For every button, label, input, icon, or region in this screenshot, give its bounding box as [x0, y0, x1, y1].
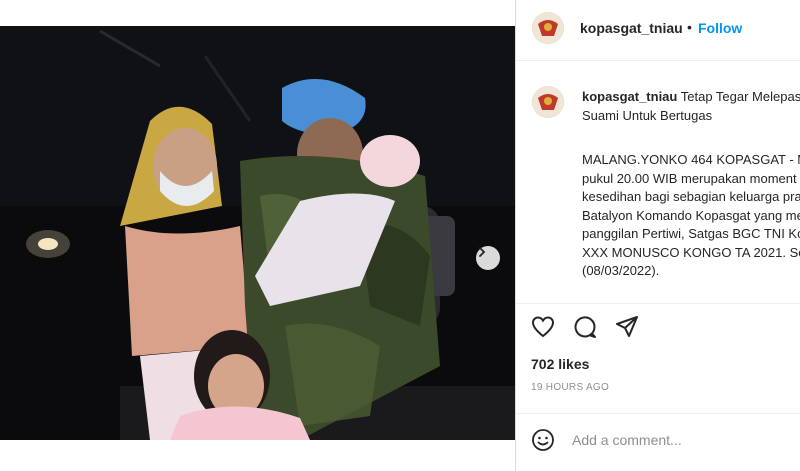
next-slide-button[interactable]: [476, 246, 500, 270]
avatar[interactable]: [532, 86, 564, 118]
caption-text: kopasgat_tniau Tetap Tegar Melepas Sang …: [582, 88, 800, 281]
username-link[interactable]: kopasgat_tniau: [580, 20, 683, 36]
post-header: kopasgat_tniau • Follow: [516, 0, 800, 61]
separator-dot: •: [687, 19, 692, 35]
post-sidebar: kopasgat_tniau • Follow kopasgat_tniau T…: [515, 0, 800, 471]
smiley-icon[interactable]: [531, 428, 555, 452]
bottom-margin: [0, 440, 515, 471]
action-bar: [516, 303, 800, 350]
caption-section: kopasgat_tniau Tetap Tegar Melepas Sang …: [516, 62, 800, 300]
caption-body: MALANG.YONKO 464 KOPASGAT - Malam pukul …: [582, 152, 800, 278]
emblem-icon: [532, 86, 564, 118]
photo-scene: [0, 26, 515, 440]
comment-bar: [516, 413, 800, 466]
comment-input[interactable]: [572, 428, 782, 452]
post-photo[interactable]: [0, 26, 515, 440]
instagram-post-frame: kopasgat_tniau • Follow kopasgat_tniau T…: [0, 0, 800, 471]
avatar[interactable]: [532, 12, 564, 44]
emblem-icon: [532, 12, 564, 44]
heart-icon[interactable]: [530, 314, 556, 340]
comment-bubble-icon[interactable]: [572, 314, 598, 340]
caption-username[interactable]: kopasgat_tniau: [582, 89, 677, 104]
follow-button[interactable]: Follow: [698, 20, 742, 36]
paper-plane-icon[interactable]: [614, 314, 640, 340]
likes-count[interactable]: 702 likes: [531, 356, 589, 372]
chevron-right-icon: [479, 247, 486, 257]
post-timestamp: 19 HOURS AGO: [531, 382, 610, 393]
